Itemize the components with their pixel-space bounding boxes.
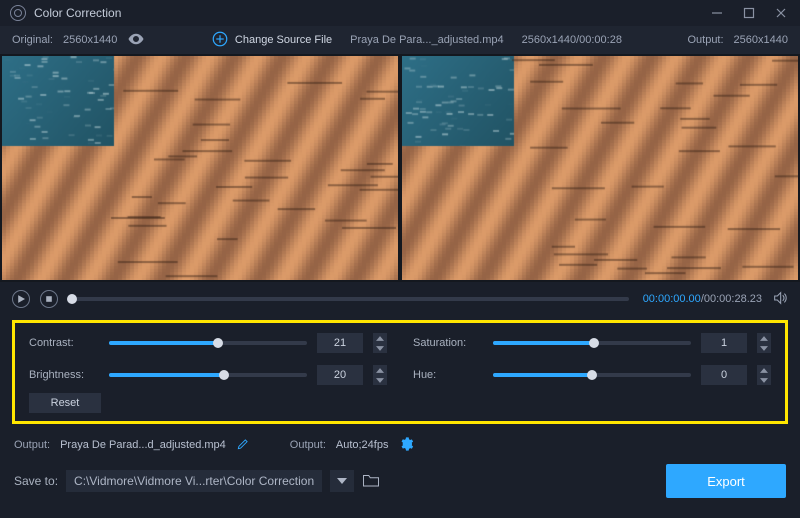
brightness-slider[interactable] (109, 373, 307, 377)
output-label: Output: (687, 34, 723, 46)
volume-icon[interactable] (772, 290, 788, 309)
adjusted-preview-pane (402, 56, 798, 280)
hue-stepper[interactable] (757, 365, 771, 385)
open-folder-icon[interactable] (362, 472, 380, 491)
hue-knob[interactable] (587, 370, 597, 380)
settings-icon[interactable] (398, 436, 414, 455)
contrast-stepper[interactable] (373, 333, 387, 353)
saturation-control: Saturation: 1 (413, 333, 771, 353)
preview-toggle-icon[interactable] (127, 30, 145, 51)
hue-value[interactable]: 0 (701, 365, 747, 385)
window-title: Color Correction (34, 6, 121, 20)
save-to-label: Save to: (14, 474, 58, 488)
output-file-label: Output: (14, 439, 50, 451)
color-controls-panel: Contrast: 21 Saturation: 1 Brightness: 2… (12, 320, 788, 424)
contrast-control: Contrast: 21 (29, 333, 387, 353)
window-controls (708, 4, 790, 22)
hue-step-up[interactable] (757, 365, 771, 375)
maximize-button[interactable] (740, 4, 758, 22)
brightness-stepper[interactable] (373, 365, 387, 385)
close-button[interactable] (772, 4, 790, 22)
output-file-name: Praya De Parad...d_adjusted.mp4 (60, 439, 226, 451)
contrast-knob[interactable] (213, 338, 223, 348)
plus-circle-icon (211, 30, 229, 51)
original-dimensions: 2560x1440 (63, 34, 117, 46)
save-path-dropdown[interactable] (330, 470, 354, 492)
output-dimensions: 2560x1440 (734, 34, 788, 46)
original-preview-pane (2, 56, 398, 280)
saturation-step-down[interactable] (757, 343, 771, 353)
playback-bar: 00:00:00.00/00:00:28.23 (0, 282, 800, 316)
brightness-value[interactable]: 20 (317, 365, 363, 385)
saturation-slider[interactable] (493, 341, 691, 345)
saturation-step-up[interactable] (757, 333, 771, 343)
contrast-step-down[interactable] (373, 343, 387, 353)
timeline-thumb[interactable] (67, 294, 77, 304)
saturation-value[interactable]: 1 (701, 333, 747, 353)
brightness-step-down[interactable] (373, 375, 387, 385)
export-button[interactable]: Export (666, 464, 786, 498)
minimize-button[interactable] (708, 4, 726, 22)
change-source-label: Change Source File (235, 34, 332, 46)
saturation-knob[interactable] (589, 338, 599, 348)
titlebar: Color Correction (0, 0, 800, 26)
output-format-value: Auto;24fps (336, 439, 389, 451)
brightness-step-up[interactable] (373, 365, 387, 375)
hue-step-down[interactable] (757, 375, 771, 385)
brightness-control: Brightness: 20 (29, 365, 387, 385)
original-label: Original: (12, 34, 53, 46)
brightness-label: Brightness: (29, 369, 99, 381)
time-current: 00:00:00.00 (643, 293, 701, 305)
brightness-knob[interactable] (219, 370, 229, 380)
rename-icon[interactable] (236, 437, 250, 454)
output-format-label: Output: (290, 439, 326, 451)
stop-button[interactable] (40, 290, 58, 308)
hue-control: Hue: 0 (413, 365, 771, 385)
contrast-value[interactable]: 21 (317, 333, 363, 353)
saturation-stepper[interactable] (757, 333, 771, 353)
timeline-slider[interactable] (72, 297, 629, 301)
output-file-row: Output: Praya De Parad...d_adjusted.mp4 … (0, 430, 800, 460)
contrast-step-up[interactable] (373, 333, 387, 343)
hue-slider[interactable] (493, 373, 691, 377)
save-export-row: Save to: C:\Vidmore\Vidmore Vi...rter\Co… (0, 460, 800, 508)
play-button[interactable] (12, 290, 30, 308)
time-total: 00:00:28.23 (704, 293, 762, 305)
hue-label: Hue: (413, 369, 483, 381)
save-path-field[interactable]: C:\Vidmore\Vidmore Vi...rter\Color Corre… (66, 470, 322, 492)
contrast-slider[interactable] (109, 341, 307, 345)
saturation-label: Saturation: (413, 337, 483, 349)
app-logo (10, 5, 26, 21)
reset-button[interactable]: Reset (29, 393, 101, 413)
infobar: Original: 2560x1440 Change Source File P… (0, 26, 800, 54)
contrast-label: Contrast: (29, 337, 99, 349)
file-meta: 2560x1440/00:00:28 (522, 34, 622, 46)
playback-time: 00:00:00.00/00:00:28.23 (643, 293, 762, 305)
preview-area (0, 54, 800, 282)
change-source-button[interactable]: Change Source File (211, 30, 332, 51)
current-filename: Praya De Para..._adjusted.mp4 (350, 34, 503, 46)
